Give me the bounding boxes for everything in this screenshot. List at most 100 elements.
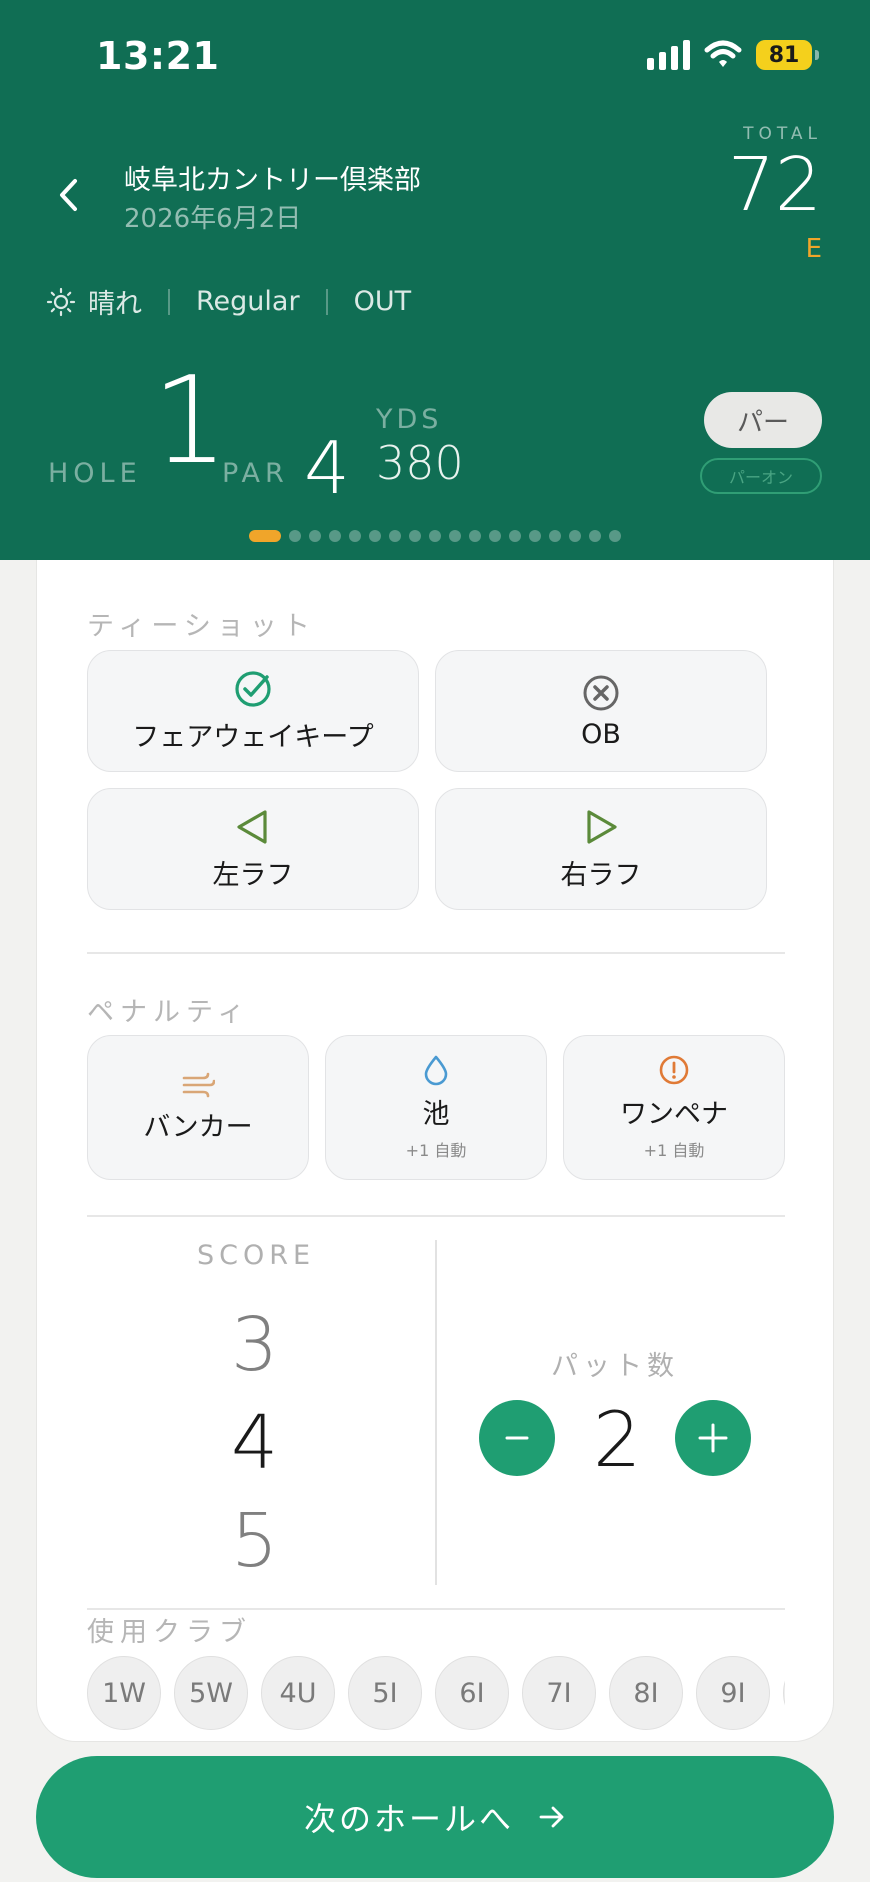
club-chip[interactable]: 7I (522, 1656, 596, 1730)
score-card: ティーショット フェアウェイキープ OB 左ラフ 右ラフ ペナルティ バンカー (36, 560, 834, 1742)
separator (168, 288, 170, 315)
status-time: 13:21 (96, 34, 220, 78)
score-option-5[interactable]: 5 (231, 1504, 278, 1578)
triangle-right-icon (581, 807, 621, 847)
hole-dot[interactable] (449, 530, 461, 542)
water-drop-icon (421, 1054, 451, 1086)
back-button[interactable] (48, 170, 88, 220)
par-value: 4 (304, 426, 350, 510)
club-chip[interactable]: 9I (696, 1656, 770, 1730)
total-label: TOTAL (743, 124, 822, 144)
hole-dot[interactable] (549, 530, 561, 542)
par-label: PAR (222, 458, 289, 489)
chevron-left-icon (60, 179, 77, 211)
tee-fairway-button[interactable]: フェアウェイキープ (87, 650, 419, 772)
section-divider (87, 952, 785, 954)
weather-text: 晴れ (88, 289, 142, 320)
club-chip[interactable]: 8I (609, 1656, 683, 1730)
yards-value: 380 (376, 436, 464, 490)
option-label: 左ラフ (212, 859, 294, 891)
score-label: SCORE (197, 1240, 316, 1271)
hole-dot[interactable] (429, 530, 441, 542)
course-name: 岐阜北カントリー倶楽部 (124, 165, 421, 196)
hole-dot[interactable] (489, 530, 501, 542)
side-text: OUT (353, 286, 412, 317)
hole-dot[interactable] (529, 530, 541, 542)
round-conditions: 晴れ Regular OUT (46, 282, 411, 321)
section-divider (87, 1215, 785, 1217)
option-label: 池 (422, 1099, 450, 1130)
tee-shot-title: ティーショット (87, 611, 316, 642)
round-date: 2026年6月2日 (124, 204, 302, 234)
hole-dot[interactable] (569, 530, 581, 542)
tee-right-rough-button[interactable]: 右ラフ (435, 788, 767, 910)
signal-icon (647, 40, 690, 70)
arrow-right-icon (539, 1806, 564, 1828)
club-chip[interactable]: 6I (435, 1656, 509, 1730)
option-label: フェアウェイキープ (132, 721, 374, 753)
score-option-4[interactable]: 4 (231, 1406, 278, 1480)
penalty-bunker-button[interactable]: バンカー (87, 1035, 309, 1180)
hole-dot[interactable] (249, 530, 281, 542)
clubs-title: 使用クラブ (87, 1617, 252, 1648)
hole-pager[interactable] (249, 530, 621, 542)
penalty-water-button[interactable]: 池 +1 自動 (325, 1035, 547, 1180)
status-icons: 81 (647, 40, 819, 70)
hole-dot[interactable] (609, 530, 621, 542)
hole-dot[interactable] (469, 530, 481, 542)
penalty-title: ペナルティ (87, 997, 251, 1028)
tee-text: Regular (196, 286, 300, 317)
hole-dot[interactable] (389, 530, 401, 542)
hole-dot[interactable] (509, 530, 521, 542)
sun-icon (46, 287, 76, 317)
hole-number: 1 (152, 352, 229, 491)
hole-dot[interactable] (309, 530, 321, 542)
putts-increment-button[interactable] (675, 1400, 751, 1476)
check-circle-icon (233, 669, 273, 709)
putts-value: 2 (593, 1395, 642, 1484)
club-chip[interactable]: 1W (87, 1656, 161, 1730)
club-chip[interactable]: 4U (261, 1656, 335, 1730)
total-score: 72 (727, 142, 822, 228)
club-chip[interactable]: PW (783, 1656, 785, 1730)
hole-dot[interactable] (369, 530, 381, 542)
result-badge: パー (704, 392, 822, 448)
next-hole-button[interactable]: 次のホールへ (36, 1756, 834, 1878)
hole-dot[interactable] (409, 530, 421, 542)
hole-label: HOLE (48, 458, 142, 489)
option-sublabel: +1 自動 (405, 1141, 467, 1160)
minus-icon (505, 1436, 529, 1440)
battery-icon: 81 (756, 40, 819, 70)
penalty-one-stroke-button[interactable]: ワンペナ +1 自動 (563, 1035, 785, 1180)
tee-ob-button[interactable]: OB (435, 650, 767, 772)
triangle-left-icon (233, 807, 273, 847)
yards-label: YDS (376, 404, 443, 435)
alert-circle-icon (658, 1054, 690, 1086)
club-chip[interactable]: 5I (348, 1656, 422, 1730)
next-hole-label: 次のホールへ (303, 1800, 514, 1838)
par-on-toggle[interactable]: パーオン (700, 458, 822, 494)
putts-label: パット数 (551, 1351, 679, 1382)
wifi-icon (704, 40, 742, 67)
wind-icon (181, 1071, 215, 1099)
plus-icon (698, 1423, 728, 1453)
club-selector[interactable]: 1W5W4U5I6I7I8I9IPW (87, 1656, 785, 1736)
total-to-par: E (805, 234, 822, 264)
column-divider (435, 1240, 437, 1585)
option-label: バンカー (143, 1112, 253, 1143)
hole-dot[interactable] (289, 530, 301, 542)
hole-dot[interactable] (589, 530, 601, 542)
club-chip[interactable]: 5W (174, 1656, 248, 1730)
score-option-3[interactable]: 3 (231, 1308, 278, 1382)
x-circle-icon (581, 673, 621, 713)
option-label: ワンペナ (620, 1099, 728, 1130)
putts-decrement-button[interactable] (479, 1400, 555, 1476)
option-sublabel: +1 自動 (643, 1141, 705, 1160)
option-label: 右ラフ (560, 859, 642, 891)
option-label: OB (581, 718, 621, 750)
hole-header: 13:21 81 岐阜北カントリー倶楽部 2026年6月2日 TOTAL 72 … (0, 0, 870, 560)
tee-left-rough-button[interactable]: 左ラフ (87, 788, 419, 910)
separator (325, 288, 328, 315)
hole-dot[interactable] (349, 530, 361, 542)
hole-dot[interactable] (329, 530, 341, 542)
